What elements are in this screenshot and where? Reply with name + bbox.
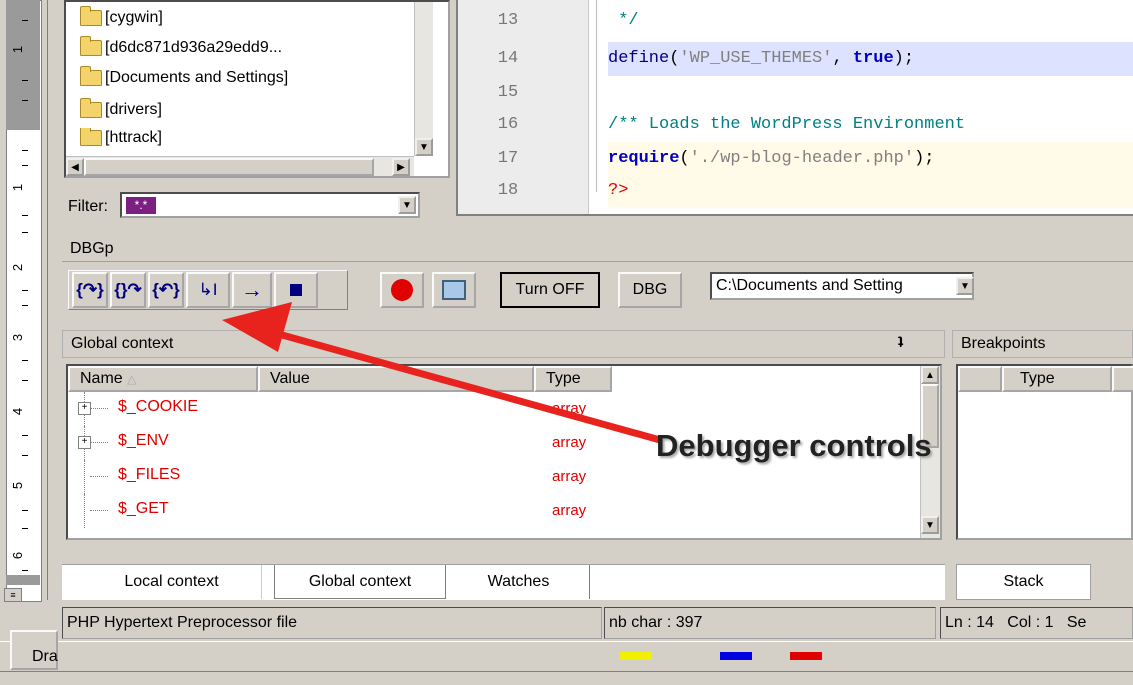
fill-color-swatch[interactable] (620, 652, 652, 660)
annotation-arrow (222, 302, 664, 444)
status-char-count: nb char : 397 (604, 607, 936, 639)
drawing-toolbar: Dra (0, 630, 1133, 671)
status-cursor-position: Ln : 14 Col : 1 Se (940, 607, 1133, 639)
status-bar: PHP Hypertext Preprocessor file nb char … (62, 607, 1133, 641)
line-color-swatch[interactable] (720, 652, 752, 660)
status-file-type: PHP Hypertext Preprocessor file (62, 607, 602, 639)
taskbar-strip (0, 671, 1133, 685)
annotation-label: Debugger controls (656, 428, 932, 463)
font-color-swatch[interactable] (790, 652, 822, 660)
draw-menu-button[interactable]: Dra (10, 630, 58, 670)
